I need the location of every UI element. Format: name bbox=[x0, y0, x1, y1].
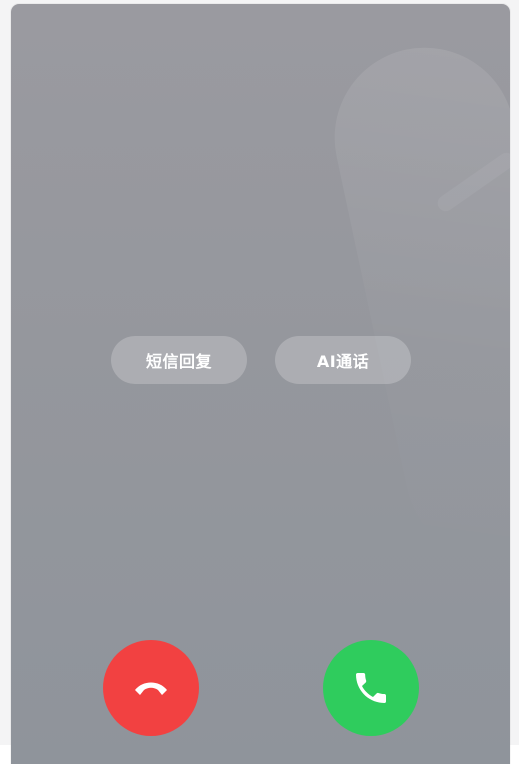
incoming-call-screen: 短信回复 AI通话 bbox=[11, 4, 510, 764]
accept-call-button[interactable] bbox=[323, 640, 419, 736]
phone-icon bbox=[351, 668, 391, 708]
device-frame: 短信回复 AI通话 bbox=[0, 0, 519, 764]
background-sheen bbox=[317, 30, 510, 578]
sms-reply-button[interactable]: 短信回复 bbox=[111, 336, 247, 384]
decline-call-button[interactable] bbox=[103, 640, 199, 736]
ai-call-label: AI通话 bbox=[316, 352, 370, 371]
ai-call-button[interactable]: AI通话 bbox=[275, 336, 411, 384]
sms-reply-label: 短信回复 bbox=[145, 352, 212, 371]
phone-hangup-icon bbox=[129, 666, 173, 710]
